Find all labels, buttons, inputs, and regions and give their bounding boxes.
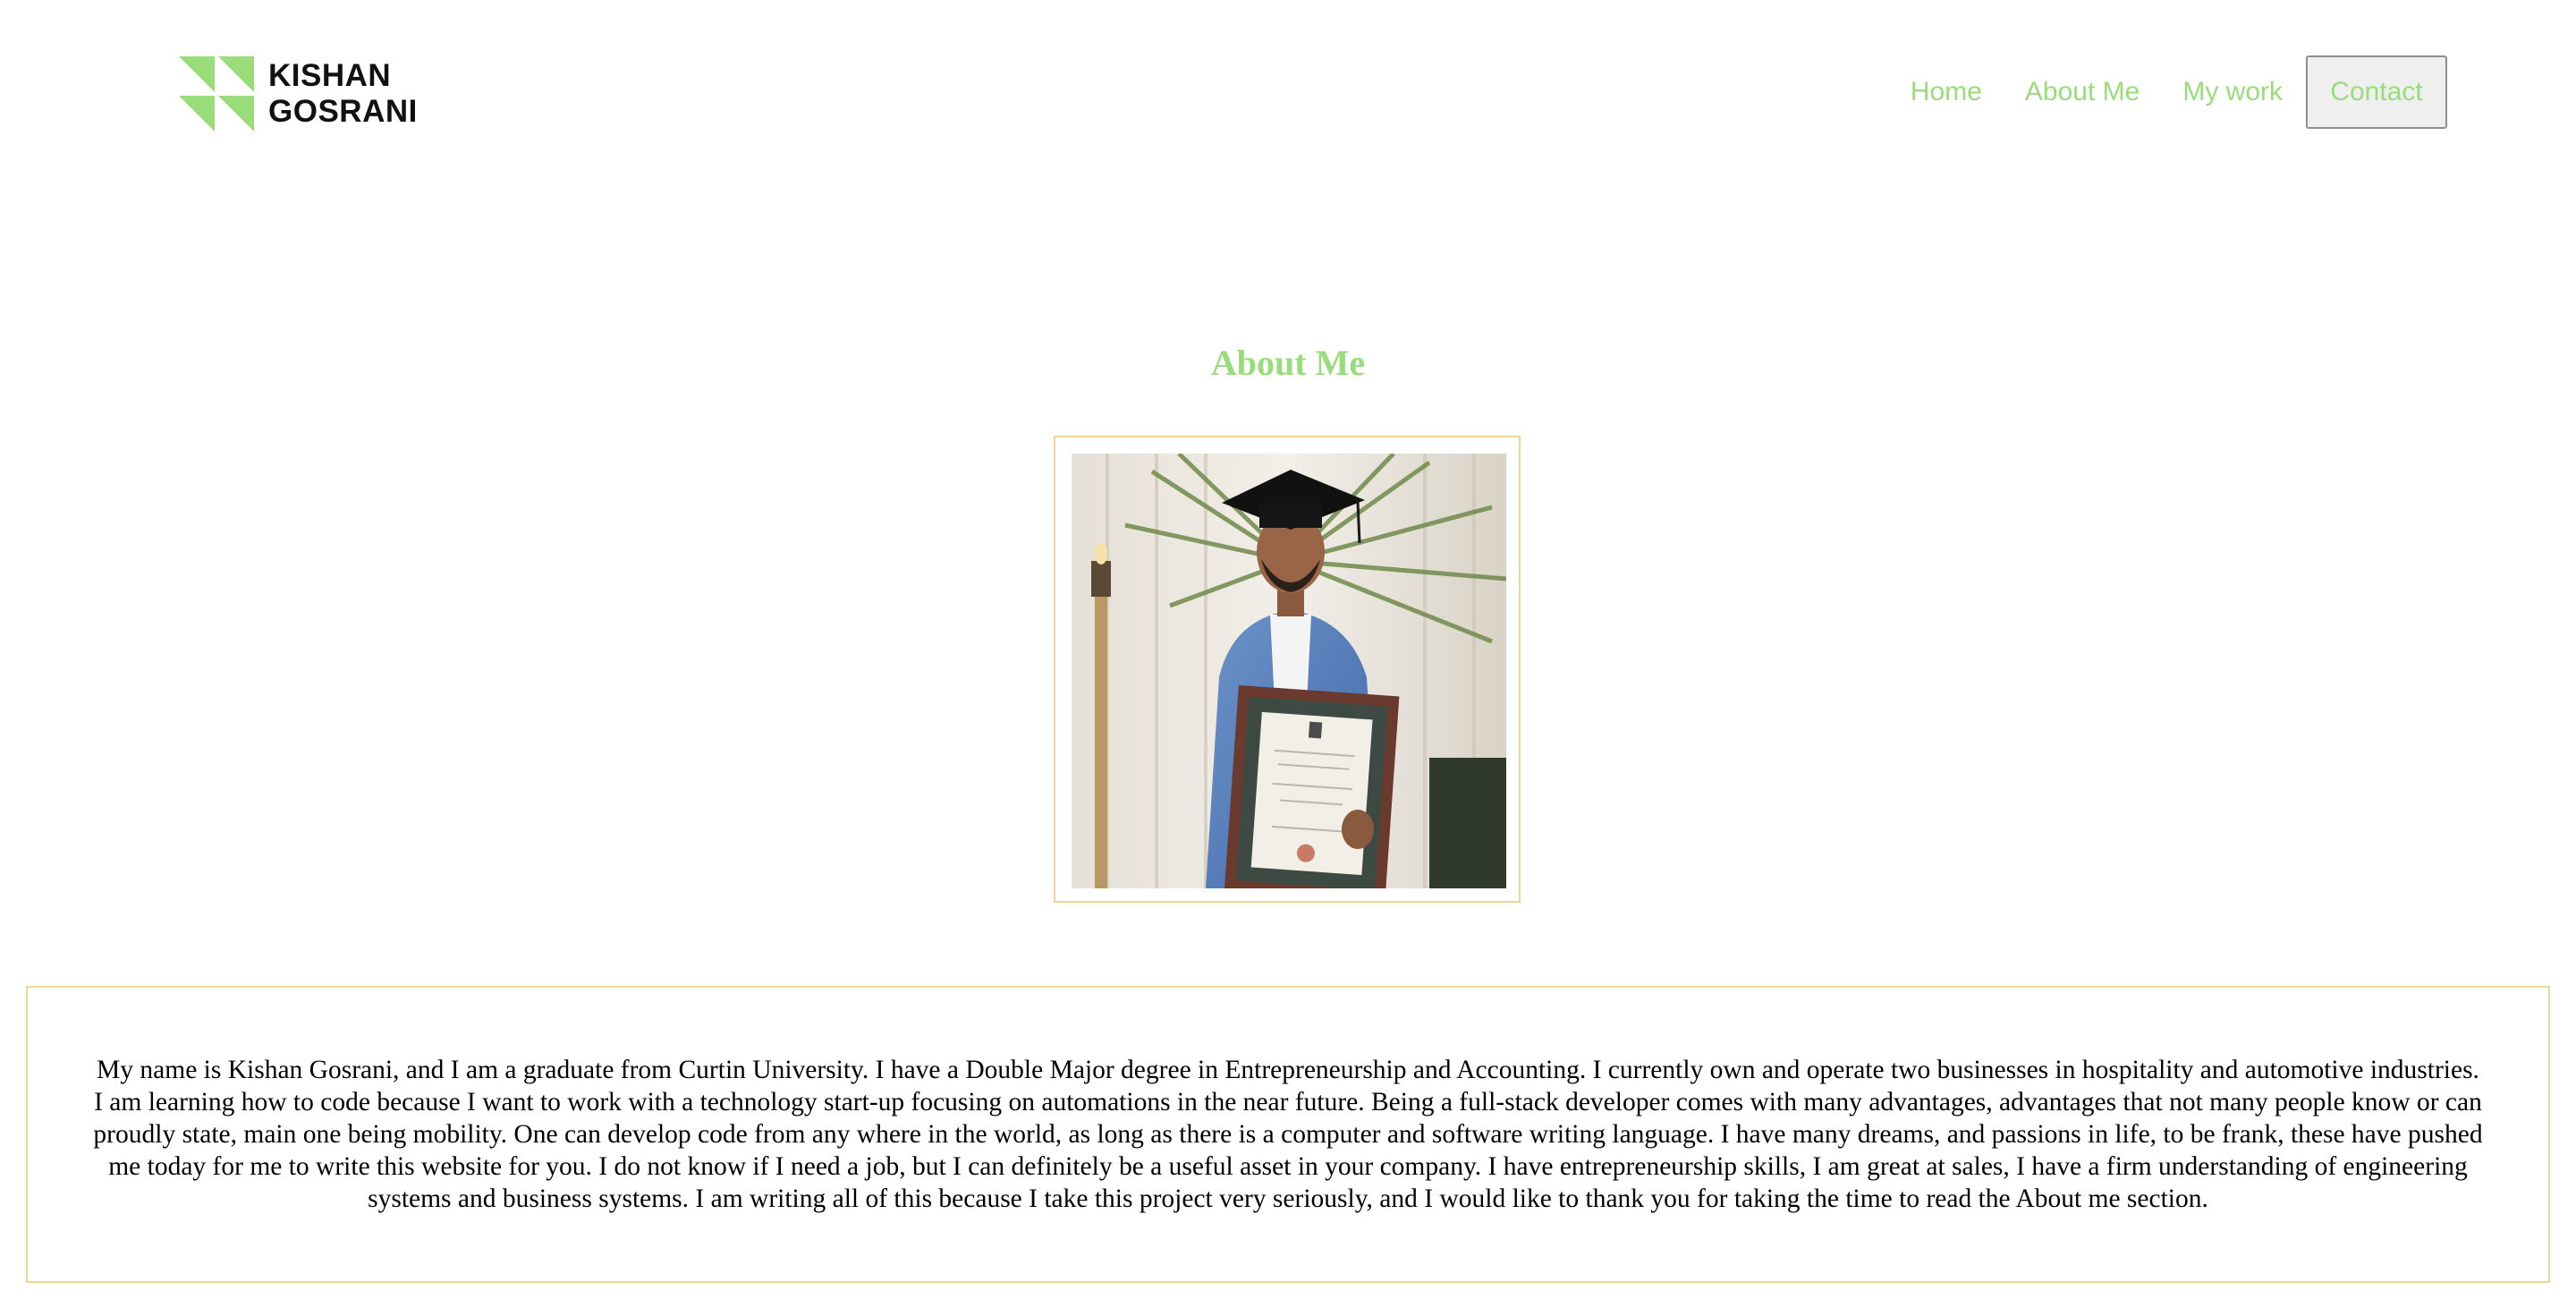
nav-link-about-me[interactable]: About Me bbox=[2025, 56, 2140, 128]
graduation-portrait-photo bbox=[1072, 454, 1506, 888]
nav-link-home[interactable]: Home bbox=[1911, 56, 1982, 128]
site-header: KISHAN GOSRANI Home About Me My work Con… bbox=[0, 0, 2576, 179]
triangle-grid-logo-icon bbox=[179, 56, 254, 132]
nav-link-my-work[interactable]: My work bbox=[2182, 56, 2283, 128]
logo-line-1: KISHAN bbox=[268, 58, 392, 93]
about-heading: About Me bbox=[1210, 343, 1366, 383]
contact-button[interactable]: Contact bbox=[2306, 55, 2447, 129]
profile-photo-frame bbox=[1054, 436, 1521, 903]
bio-text: My name is Kishan Gosrani, and I am a gr… bbox=[93, 1056, 2483, 1213]
site-logo[interactable]: KISHAN GOSRANI bbox=[179, 56, 418, 132]
logo-line-2: GOSRANI bbox=[268, 94, 418, 129]
page: KISHAN GOSRANI Home About Me My work Con… bbox=[0, 0, 2576, 1299]
bio-box: My name is Kishan Gosrani, and I am a gr… bbox=[26, 986, 2550, 1283]
main-nav: Home About Me My work Contact bbox=[1911, 55, 2447, 129]
logo-wordmark: KISHAN GOSRANI bbox=[268, 58, 418, 130]
